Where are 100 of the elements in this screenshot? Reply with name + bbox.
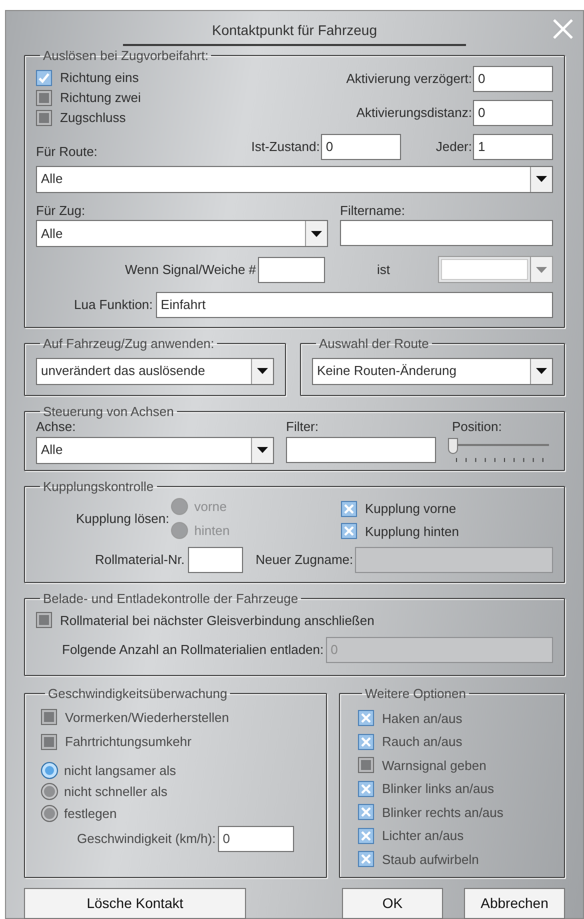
cross-icon: [343, 502, 355, 515]
field-label: Wenn Signal/Weiche #: [125, 260, 256, 279]
text-field[interactable]: [258, 256, 326, 282]
cross-icon: [360, 853, 372, 866]
group-title: Auswahl der Route: [318, 335, 430, 353]
checkbox-label: Rollmaterial bei nächster Gleisverbindung anschließen: [60, 612, 374, 630]
dropdown-value: Alle: [41, 224, 63, 243]
checkbox[interactable]: [358, 734, 374, 750]
radio-button[interactable]: [41, 783, 58, 800]
checkbox-label: Warnsignal geben: [382, 756, 486, 775]
field-label: Folgende Anzahl an Rollmaterialien entladen:: [62, 641, 324, 660]
checkbox[interactable]: [358, 780, 374, 797]
field-value: 0: [326, 138, 334, 156]
dropdown-value: Alle: [41, 441, 63, 460]
caret-icon: [536, 266, 547, 272]
checkbox-label: Blinker links an/aus: [382, 780, 494, 798]
field-label: Aktivierung verzögert:: [346, 70, 472, 88]
caret-icon: [311, 230, 322, 236]
text-field[interactable]: 0: [320, 134, 401, 160]
checkbox[interactable]: [358, 828, 374, 844]
field-value: 0: [330, 641, 338, 660]
dropdown-value: unverändert das auslösende: [41, 362, 206, 380]
checkbox[interactable]: [36, 110, 52, 126]
group-title: Kupplungskontrolle: [42, 478, 155, 496]
close-icon[interactable]: [551, 17, 575, 41]
text-field[interactable]: [188, 547, 243, 573]
checkmark-icon: [38, 72, 50, 84]
checkbox[interactable]: [358, 710, 374, 726]
dialog-button[interactable]: OK: [342, 888, 443, 919]
dropdown[interactable]: Keine Routen-Änderung: [312, 358, 553, 384]
field-label: Achse:: [36, 419, 77, 436]
cross-icon: [360, 712, 372, 724]
group-title: Auf Fahrzeug/Zug anwenden:: [42, 335, 216, 353]
radio-button[interactable]: [41, 762, 58, 779]
checkbox[interactable]: [358, 851, 374, 868]
group-title: Belade- und Entladekontrolle der Fahrzeuge: [42, 590, 300, 608]
checkbox[interactable]: [36, 612, 52, 628]
field-value: 0: [478, 104, 486, 122]
text-field[interactable]: [340, 220, 553, 246]
dropdown[interactable]: Alle: [36, 220, 328, 247]
field-label: Position:: [452, 418, 503, 436]
dropdown[interactable]: Alle: [36, 436, 274, 464]
text-field[interactable]: [286, 436, 436, 462]
radio-button[interactable]: [41, 804, 58, 822]
checkbox[interactable]: [41, 734, 57, 750]
field-label: Lua Funktion:: [74, 296, 153, 314]
dropdown[interactable]: unverändert das auslösende: [36, 358, 274, 384]
text-field[interactable]: Einfahrt: [156, 292, 553, 318]
checkbox[interactable]: [36, 70, 52, 86]
radio-label: hinten: [194, 522, 230, 540]
group-title: Weitere Optionen: [364, 685, 467, 703]
dropdown-value: Keine Routen-Änderung: [317, 362, 456, 380]
checkbox[interactable]: [41, 709, 57, 726]
caret-icon: [536, 176, 547, 182]
field-value: 0: [478, 70, 486, 88]
checkbox[interactable]: [358, 804, 374, 820]
cross-icon: [343, 525, 355, 538]
radio-label: vorne: [194, 498, 227, 516]
text-field[interactable]: 0: [218, 826, 294, 852]
field-value: Einfahrt: [160, 296, 206, 314]
cross-icon: [360, 736, 372, 748]
checkbox[interactable]: [358, 757, 374, 774]
checkbox-label: Richtung zwei: [60, 88, 141, 107]
radio-label: festlegen: [64, 804, 117, 823]
checkbox[interactable]: [341, 500, 357, 517]
checkbox[interactable]: [341, 523, 357, 540]
cross-icon: [360, 830, 372, 842]
text-field[interactable]: 0: [473, 100, 553, 126]
checkbox[interactable]: [36, 90, 52, 106]
checkbox-label: Kupplung vorne: [365, 500, 456, 518]
field-label: Kupplung lösen:: [76, 510, 170, 528]
checkbox-label: Kupplung hinten: [365, 522, 459, 541]
dropdown[interactable]: Alle: [36, 166, 553, 192]
checkbox-label: Richtung eins: [60, 68, 139, 87]
cross-icon: [360, 782, 372, 795]
text-field[interactable]: 1: [473, 134, 553, 160]
field-label: Rollmaterial-Nr.: [95, 551, 185, 570]
checkbox-label: Rauch an/aus: [382, 733, 462, 751]
text-field[interactable]: 0: [473, 66, 553, 92]
checkbox-label: Lichter an/aus: [382, 827, 464, 845]
group-title: Geschwindigkeitsüberwachung: [47, 685, 228, 703]
checkbox-label: Haken an/aus: [382, 710, 462, 728]
checkbox-label: Zugschluss: [60, 108, 126, 127]
field-value: 0: [222, 830, 230, 848]
dialog-button[interactable]: Abbrechen: [464, 888, 565, 919]
checkbox-label: Fahrtrichtungsumkehr: [65, 733, 192, 751]
field-label: Jeder:: [436, 138, 472, 156]
radio-label: nicht schneller als: [64, 783, 168, 801]
field-label: Neuer Zugname:: [256, 551, 354, 570]
field-label: Filtername:: [340, 202, 406, 220]
dialog-button[interactable]: Lösche Kontakt: [24, 888, 246, 919]
caret-icon: [257, 368, 268, 374]
slider-thumb[interactable]: [448, 438, 458, 454]
group-title: Steuerung von Achsen: [42, 402, 175, 421]
field-label: Geschwindigkeit (km/h):: [77, 830, 216, 848]
dropdown-value: Alle: [41, 170, 63, 188]
field-value: 1: [478, 138, 486, 156]
checkbox-label: Blinker rechts an/aus: [382, 804, 504, 822]
caret-icon: [257, 447, 268, 453]
field-label: Ist-Zustand:: [251, 138, 320, 156]
